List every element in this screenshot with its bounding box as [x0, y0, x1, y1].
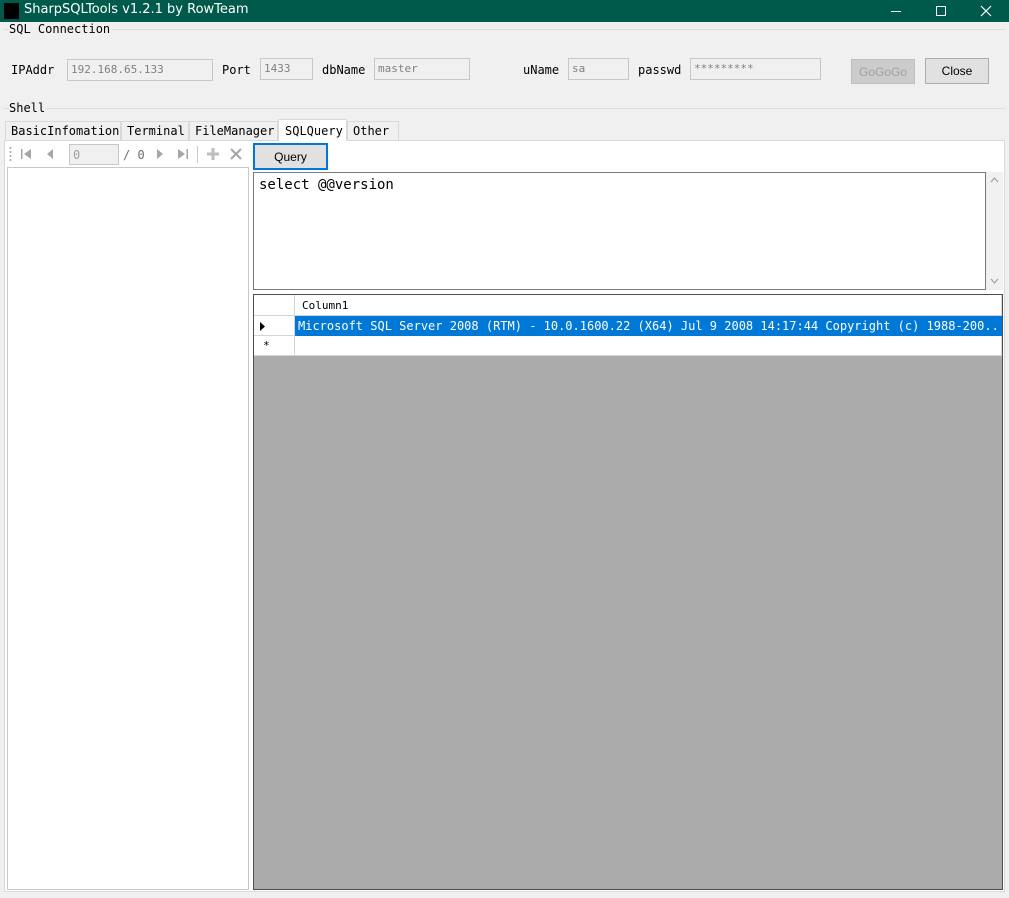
move-next-button[interactable]	[150, 144, 170, 164]
tab-sqlquery[interactable]: SQLQuery	[278, 119, 347, 141]
close-button[interactable]: Close	[925, 58, 989, 84]
port-input[interactable]: 1433	[260, 58, 313, 80]
close-icon	[980, 5, 992, 17]
tab-filemanager[interactable]: FileManager	[189, 121, 278, 140]
new-row-header[interactable]: *	[254, 336, 295, 356]
query-button[interactable]: Query	[253, 143, 328, 170]
move-previous-button[interactable]	[40, 144, 60, 164]
grid-corner-header[interactable]	[254, 295, 295, 316]
binding-navigator: 0 / 0	[7, 143, 249, 166]
ip-label: IPAddr	[11, 63, 55, 77]
toolbar-separator	[197, 146, 198, 163]
maximize-button[interactable]	[918, 0, 964, 22]
tab-terminal[interactable]: Terminal	[121, 121, 189, 140]
tab-other[interactable]: Other	[347, 121, 399, 140]
grip-icon	[9, 147, 12, 161]
password-input[interactable]: *********	[690, 58, 821, 80]
password-label: passwd	[638, 63, 682, 77]
add-new-icon	[207, 148, 219, 160]
new-row-cell[interactable]	[295, 336, 1002, 356]
tab-basicinfomation[interactable]: BasicInfomation	[5, 121, 121, 140]
shell-group-label: Shell	[9, 101, 48, 115]
dbname-input[interactable]: master	[374, 58, 470, 80]
move-last-button[interactable]	[173, 144, 193, 164]
row-header[interactable]	[254, 316, 295, 336]
app-icon	[4, 3, 19, 19]
gogogo-button[interactable]: GoGoGo	[851, 59, 915, 84]
move-next-icon	[157, 149, 163, 159]
move-first-button[interactable]	[16, 144, 36, 164]
username-input[interactable]: sa	[568, 58, 629, 80]
connection-group-label: SQL Connection	[9, 22, 113, 36]
port-label: Port	[222, 63, 251, 77]
maximize-icon	[936, 6, 946, 16]
scroll-up-icon	[990, 177, 999, 183]
title-bar[interactable]: SharpSQLTools v1.2.1 by RowTeam	[0, 0, 1009, 22]
move-previous-icon	[47, 149, 53, 159]
column-header[interactable]: Column1	[295, 295, 1002, 316]
record-count: / 0	[123, 148, 145, 162]
table-row[interactable]: Microsoft SQL Server 2008 (RTM) - 10.0.1…	[295, 316, 1002, 336]
window-title: SharpSQLTools v1.2.1 by RowTeam	[24, 2, 249, 17]
add-new-button[interactable]	[203, 144, 223, 164]
database-list[interactable]	[7, 167, 249, 890]
shell-group	[4, 108, 1005, 109]
scroll-down-icon	[990, 278, 999, 284]
position-input[interactable]: 0	[69, 144, 119, 165]
move-last-icon	[178, 149, 188, 159]
current-row-icon	[260, 322, 265, 331]
username-label: uName	[523, 63, 560, 77]
sql-scrollbar[interactable]	[986, 172, 1003, 290]
dbname-label: dbName	[322, 63, 366, 77]
minimize-button[interactable]	[873, 0, 919, 22]
results-grid[interactable]: Column1 Microsoft SQL Server 2008 (RTM) …	[253, 294, 1003, 890]
sql-query-input[interactable]: select @@version	[253, 172, 986, 290]
minimize-icon	[891, 11, 901, 12]
move-first-icon	[21, 149, 31, 159]
close-window-button[interactable]	[963, 0, 1009, 22]
delete-icon	[230, 148, 242, 160]
delete-button[interactable]	[226, 144, 246, 164]
ip-input[interactable]: 192.168.65.133	[67, 59, 213, 81]
